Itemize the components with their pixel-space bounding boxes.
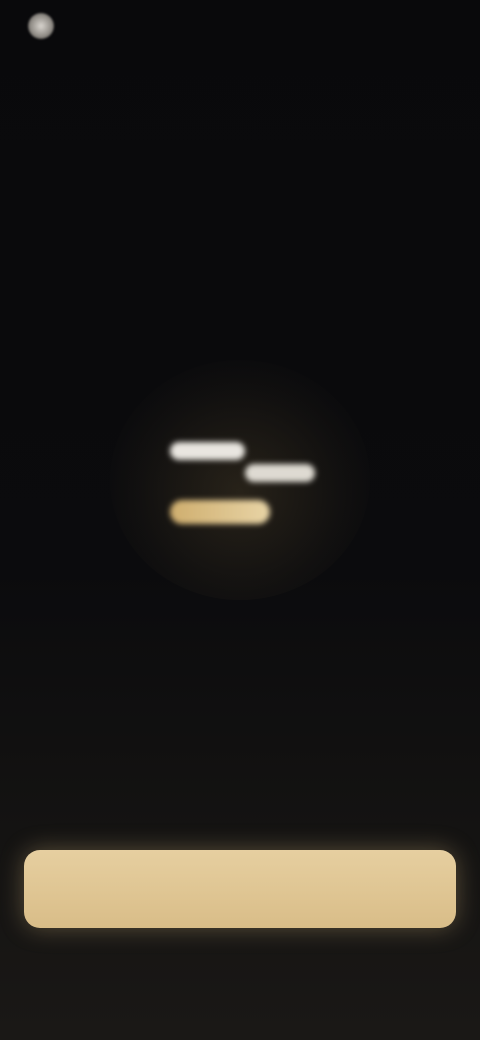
logo-line-bottom: [170, 500, 270, 524]
status-indicator-icon: [28, 13, 54, 39]
app-screen: [0, 0, 480, 1040]
status-bar: [28, 10, 64, 42]
lit-text-logo-icon: [170, 442, 315, 524]
primary-action-button[interactable]: [24, 850, 456, 928]
hero-illustration: [110, 360, 370, 600]
logo-line-middle: [245, 464, 315, 482]
logo-line-top: [170, 442, 245, 460]
